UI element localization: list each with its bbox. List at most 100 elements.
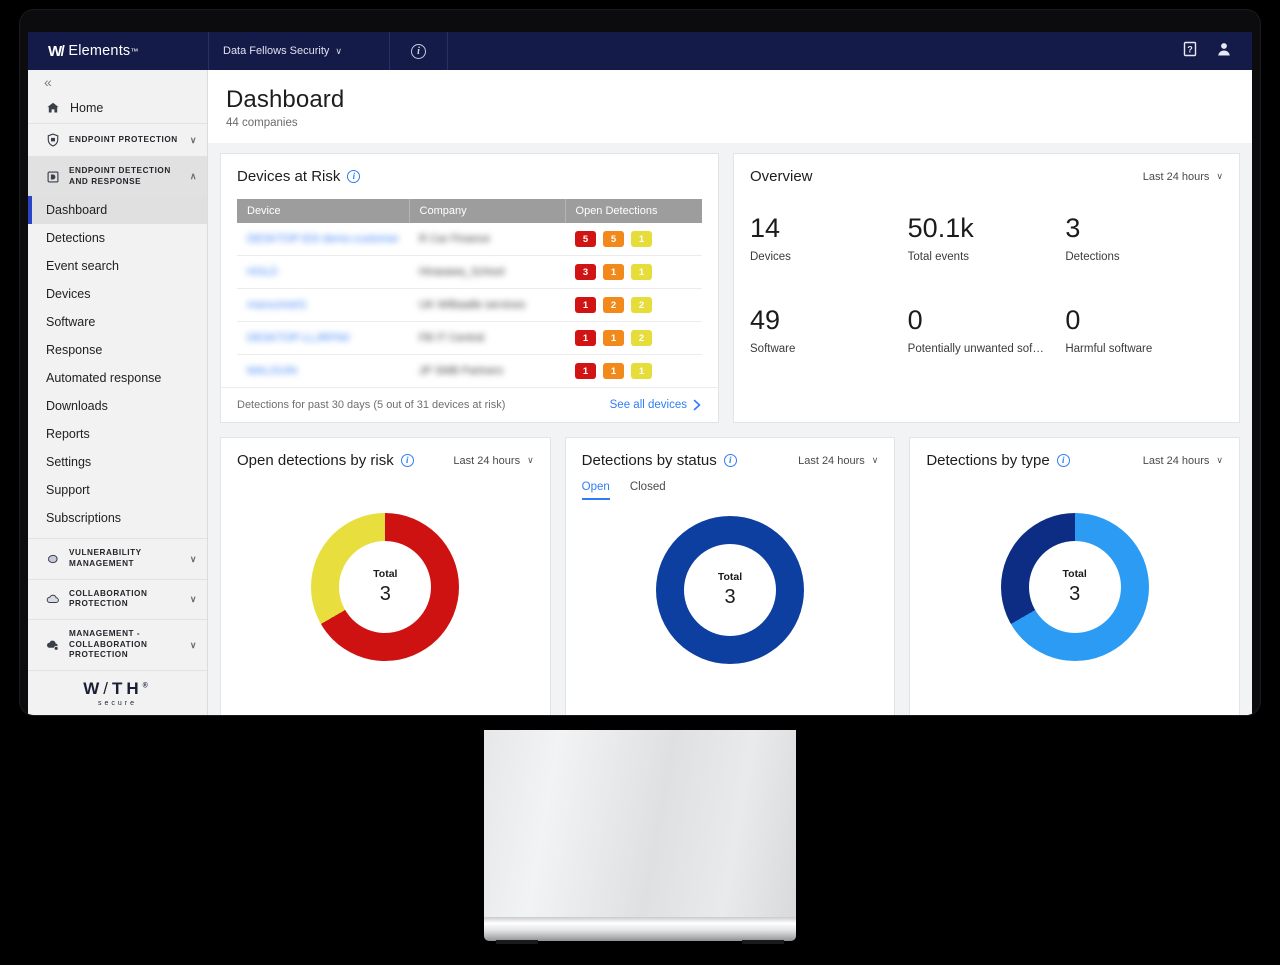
- column-header-device[interactable]: Device: [237, 199, 409, 223]
- vulnerability-icon: [46, 552, 60, 566]
- overview-range-selector[interactable]: Last 24 hours ∨: [1143, 171, 1223, 183]
- donut-ring[interactable]: Total 3: [1001, 513, 1149, 661]
- sidebar-item-automated-response[interactable]: Automated response: [28, 364, 207, 392]
- see-all-devices-link[interactable]: See all devices: [610, 399, 702, 411]
- sidebar-item-support[interactable]: Support: [28, 476, 207, 504]
- open-detections-cell: 5 5 1: [565, 223, 702, 256]
- avatar[interactable]: [1216, 41, 1232, 62]
- detections-by-status-card: Detections by status i Last 24 hours ∨: [565, 437, 896, 715]
- open-detections-cell: 1 1 1: [565, 355, 702, 388]
- sidebar-group-collaboration-protection-label: COLLABORATION PROTECTION: [69, 589, 181, 610]
- device-link[interactable]: manucine01: [247, 299, 307, 311]
- sidebar-group-endpoint-protection[interactable]: ENDPOINT PROTECTION ∨: [28, 123, 207, 156]
- badge-medium-risk: 5: [603, 231, 624, 247]
- info-icon[interactable]: i: [347, 170, 360, 183]
- info-icon[interactable]: i: [724, 454, 737, 467]
- overview-range-label: Last 24 hours: [1143, 171, 1210, 183]
- donut-ring[interactable]: Total 3: [311, 513, 459, 661]
- device-cell[interactable]: HOLD: [237, 256, 409, 289]
- chevron-down-icon: ∨: [872, 455, 879, 466]
- sidebar-item-reports-label: Reports: [46, 427, 90, 441]
- info-icon[interactable]: i: [1057, 454, 1070, 467]
- open-detections-by-risk-range-selector[interactable]: Last 24 hours ∨: [453, 455, 533, 467]
- company-cell: UK Wilbaalle services: [409, 289, 565, 322]
- sidebar-group-management-collaboration-protection[interactable]: MANAGEMENT - COLLABORATION PROTECTION ∨: [28, 619, 207, 670]
- page-header: Dashboard 44 companies: [208, 70, 1252, 143]
- device-cell[interactable]: DESKTOP-E0I demo-customer: [237, 223, 409, 256]
- company-name: Hirasawa_School: [419, 266, 505, 278]
- sidebar-item-software-label: Software: [46, 315, 95, 329]
- sidebar-item-reports[interactable]: Reports: [28, 420, 207, 448]
- column-header-open-detections[interactable]: Open Detections: [565, 199, 702, 223]
- tab-open[interactable]: Open: [582, 481, 610, 500]
- tenant-name: Data Fellows Security: [223, 45, 329, 57]
- sidebar-collapse-button[interactable]: «: [28, 70, 207, 93]
- sidebar-group-vulnerability-management[interactable]: VULNERABILITY MANAGEMENT ∨: [28, 538, 207, 578]
- donut-center-value: 3: [724, 586, 735, 609]
- sidebar-item-settings[interactable]: Settings: [28, 448, 207, 476]
- detections-by-status-range-selector[interactable]: Last 24 hours ∨: [798, 455, 878, 467]
- tenant-selector[interactable]: Data Fellows Security ∨: [208, 32, 390, 70]
- sidebar-item-downloads[interactable]: Downloads: [28, 392, 207, 420]
- sidebar-group-vulnerability-management-label: VULNERABILITY MANAGEMENT: [69, 548, 181, 569]
- shield-icon: [46, 133, 60, 147]
- logo-slash: /: [103, 679, 112, 698]
- detections-by-status-title-row: Detections by status i: [582, 452, 737, 469]
- device-cell[interactable]: manucine01: [237, 289, 409, 322]
- sidebar-item-subscriptions[interactable]: Subscriptions: [28, 504, 207, 532]
- info-icon[interactable]: i: [401, 454, 414, 467]
- open-detections-cell: 1 2 2: [565, 289, 702, 322]
- stat-devices-value: 14: [750, 215, 908, 242]
- detections-by-status-title: Detections by status: [582, 452, 717, 469]
- device-link[interactable]: DESKTOP-LLJRFN0: [247, 332, 350, 344]
- chevron-down-icon: ∨: [190, 135, 197, 146]
- table-row[interactable]: DESKTOP-E0I demo-customer R Car Finance …: [237, 223, 702, 256]
- table-row[interactable]: manucine01 UK Wilbaalle services 1 2 2: [237, 289, 702, 322]
- detections-by-type-range-selector[interactable]: Last 24 hours ∨: [1143, 455, 1223, 467]
- device-cell[interactable]: DESKTOP-LLJRFN0: [237, 322, 409, 355]
- sidebar-item-detections[interactable]: Detections: [28, 224, 207, 252]
- page-title: Dashboard: [226, 86, 1252, 114]
- device-link[interactable]: MALOUIN: [247, 365, 297, 377]
- cloud-gear-icon: [46, 638, 60, 652]
- chevron-up-icon: ∧: [190, 171, 197, 182]
- main-area: Dashboard 44 companies Devices at Risk: [208, 70, 1252, 715]
- donut-center-label: Total: [373, 568, 397, 580]
- badge-medium-risk: 1: [603, 264, 624, 280]
- stat-software-label: Software: [750, 343, 908, 355]
- tab-closed[interactable]: Closed: [630, 481, 666, 500]
- chevron-down-icon: ∨: [190, 554, 197, 565]
- logo-secure: secure: [98, 700, 137, 707]
- table-row[interactable]: HOLD Hirasawa_School 3 1 1: [237, 256, 702, 289]
- sidebar-group-collaboration-protection[interactable]: COLLABORATION PROTECTION ∨: [28, 579, 207, 619]
- info-icon: i: [411, 44, 426, 59]
- devices-at-risk-table: Device Company Open Detections DESKTOP-E: [237, 199, 702, 387]
- sidebar-item-event-search[interactable]: Event search: [28, 252, 207, 280]
- donut-ring[interactable]: Total 3: [656, 516, 804, 664]
- column-header-company[interactable]: Company: [409, 199, 565, 223]
- stat-devices: 14 Devices: [750, 215, 908, 263]
- chevron-down-icon: ∨: [190, 640, 197, 651]
- device-link[interactable]: HOLD: [247, 266, 278, 278]
- brand-logo[interactable]: W/ Elements ™: [28, 32, 208, 70]
- sidebar-item-dashboard[interactable]: Dashboard: [28, 196, 207, 224]
- sidebar-item-response[interactable]: Response: [28, 336, 207, 364]
- sidebar-item-software[interactable]: Software: [28, 308, 207, 336]
- badge-high-risk: 1: [575, 363, 596, 379]
- overview-title: Overview: [750, 168, 813, 185]
- sidebar-item-devices[interactable]: Devices: [28, 280, 207, 308]
- sidebar-group-edr[interactable]: ENDPOINT DETECTION AND RESPONSE ∧: [28, 156, 207, 196]
- company-cell: JP SMB Partners: [409, 355, 565, 388]
- stat-detections-label: Detections: [1065, 251, 1223, 263]
- sidebar-item-home[interactable]: Home: [28, 93, 207, 123]
- info-button[interactable]: i: [390, 32, 448, 70]
- device-cell[interactable]: MALOUIN: [237, 355, 409, 388]
- help-icon[interactable]: ?: [1182, 41, 1198, 62]
- stat-harmful-software-label: Harmful software: [1065, 343, 1223, 355]
- company-cell: Hirasawa_School: [409, 256, 565, 289]
- table-row[interactable]: DESKTOP-LLJRFN0 FB IT Central 1 1 2: [237, 322, 702, 355]
- overview-stats-grid: 14 Devices 50.1k Total events: [750, 215, 1223, 375]
- table-row[interactable]: MALOUIN JP SMB Partners 1 1 1: [237, 355, 702, 388]
- device-link[interactable]: DESKTOP-E0I demo-customer: [247, 233, 399, 245]
- chevron-right-icon: [693, 399, 702, 411]
